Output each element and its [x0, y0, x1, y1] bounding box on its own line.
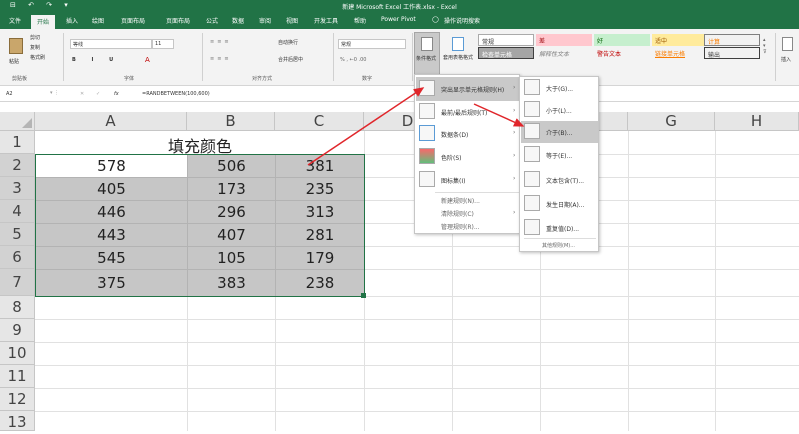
arrow-to-highlight-rules	[307, 87, 425, 166]
arrow-to-between	[473, 103, 525, 127]
annotation-arrows	[307, 87, 525, 166]
